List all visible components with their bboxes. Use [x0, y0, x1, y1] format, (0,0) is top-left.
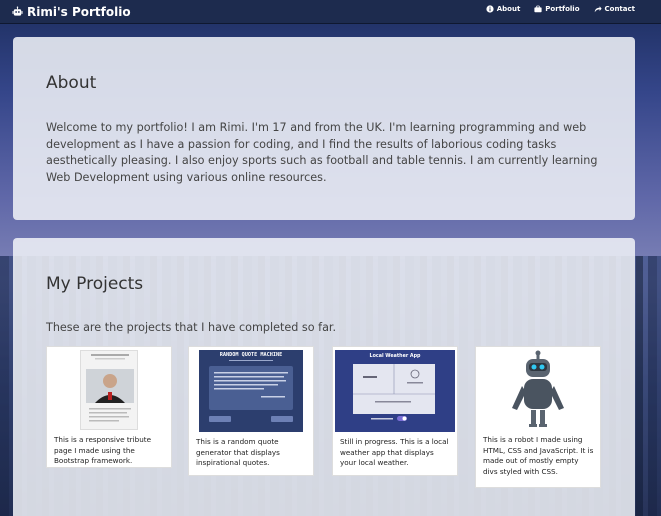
- brand-title: Rimi's Portfolio: [27, 5, 131, 19]
- project-description: Still in progress. This is a local weath…: [340, 437, 449, 467]
- about-text: Welcome to my portfolio! I am Rimi. I'm …: [46, 121, 598, 184]
- quote-card-icon: [209, 360, 293, 422]
- project-description: This is a robot I made using HTML, CSS a…: [483, 435, 594, 476]
- projects-section: My Projects These are the projects that …: [13, 238, 635, 516]
- robot-thumbnail: [498, 350, 578, 432]
- nav-portfolio-link[interactable]: Portfolio: [534, 5, 580, 13]
- navbar: Rimi's Portfolio About Portfolio Contact: [0, 0, 661, 24]
- robot-icon: [12, 6, 23, 16]
- project-description: This is a responsive tribute page I made…: [54, 435, 151, 465]
- nav-links: About Portfolio Contact: [486, 5, 635, 13]
- nav-portfolio-label: Portfolio: [545, 5, 580, 13]
- share-icon: [594, 6, 602, 13]
- project-card-robot[interactable]: This is a robot I made using HTML, CSS a…: [475, 346, 601, 488]
- nav-contact-label: Contact: [604, 5, 636, 13]
- tribute-photo-icon: [86, 354, 134, 422]
- weather-widget-icon: [353, 364, 435, 421]
- tribute-page-thumbnail: [80, 350, 138, 430]
- weather-app-thumbnail: Local Weather App: [335, 350, 455, 432]
- projects-intro: These are the projects that I have compl…: [46, 321, 337, 334]
- nav-about-link[interactable]: About: [486, 5, 521, 13]
- robot-illustration-icon: [512, 350, 564, 427]
- briefcase-icon: [534, 5, 542, 13]
- nav-contact-link[interactable]: Contact: [594, 5, 636, 13]
- projects-heading: My Projects: [46, 274, 144, 294]
- about-section: About Welcome to my portfolio! I am Rimi…: [13, 37, 635, 220]
- brand-link[interactable]: Rimi's Portfolio: [12, 4, 131, 20]
- info-icon: [486, 5, 494, 13]
- project-card-tribute[interactable]: This is a responsive tribute page I made…: [46, 346, 172, 468]
- project-description: This is a random quote generator that di…: [196, 437, 280, 467]
- about-heading: About: [46, 73, 97, 93]
- nav-about-label: About: [496, 5, 521, 13]
- project-card-quote[interactable]: RANDOM QUOTE MACHINE This is a random qu…: [188, 346, 314, 476]
- quote-machine-thumbnail: RANDOM QUOTE MACHINE: [199, 350, 303, 432]
- project-card-weather[interactable]: Local Weather App Still in progress. Thi…: [332, 346, 458, 476]
